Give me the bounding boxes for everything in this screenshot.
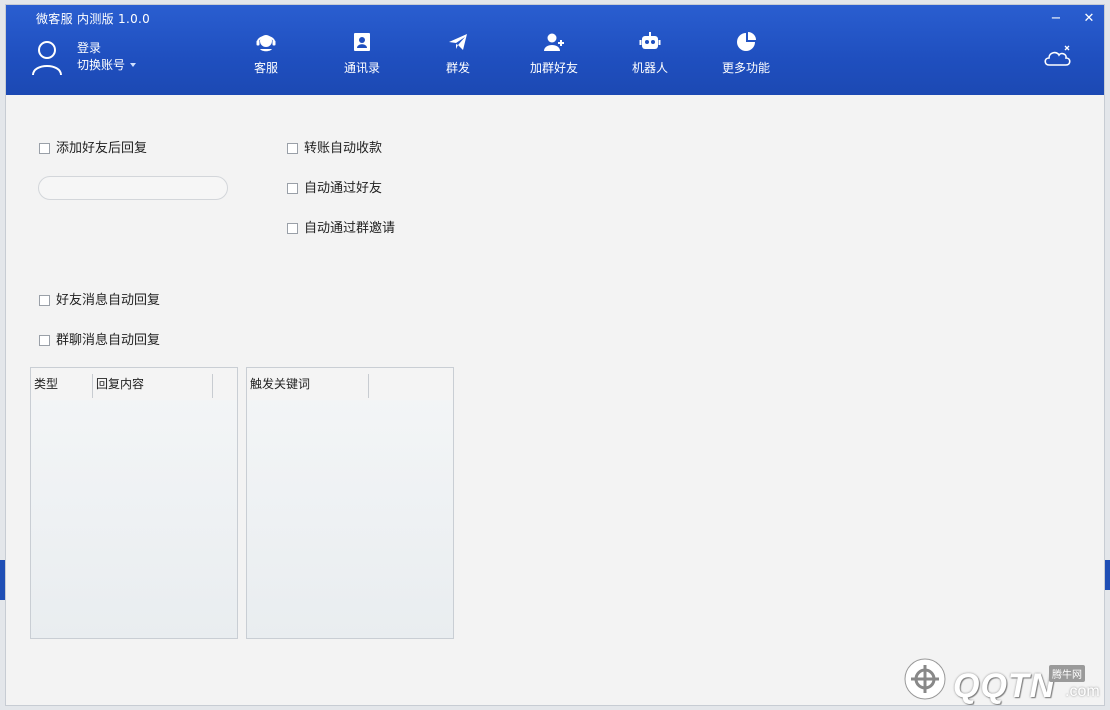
nav-more-features[interactable]: 更多功能 bbox=[706, 31, 786, 81]
reply-list-table[interactable]: 类型 回复内容 bbox=[30, 367, 238, 639]
checkbox-box[interactable] bbox=[39, 143, 50, 154]
nav-contacts[interactable]: 通讯录 bbox=[322, 31, 402, 81]
app-window: 微客服 内测版 1.0.0 − ✕ 登录 切换账号 客服 通讯录 群发 加群好友… bbox=[5, 4, 1105, 706]
nav-label: 机器人 bbox=[631, 61, 668, 75]
add-friend-reply-input[interactable] bbox=[38, 176, 228, 200]
login-link[interactable]: 登录 bbox=[77, 39, 101, 56]
watermark-text: QQTN bbox=[953, 667, 1056, 705]
checkbox-label: 转账自动收款 bbox=[304, 141, 383, 156]
checkbox-label: 自动通过好友 bbox=[304, 181, 383, 196]
nav-label: 通讯录 bbox=[343, 61, 380, 75]
contacts-icon bbox=[354, 33, 370, 51]
nav-mass-send[interactable]: 群发 bbox=[418, 31, 498, 81]
checkbox-box[interactable] bbox=[287, 143, 298, 154]
checkbox-box[interactable] bbox=[39, 335, 50, 346]
column-header-type[interactable]: 类型 bbox=[31, 374, 93, 398]
title-bar: 微客服 内测版 1.0.0 − ✕ 登录 切换账号 客服 通讯录 群发 加群好友… bbox=[6, 5, 1104, 95]
nav-label: 群发 bbox=[445, 61, 470, 75]
checkbox-label: 添加好友后回复 bbox=[56, 141, 148, 156]
cloud-sync-icon[interactable] bbox=[1042, 43, 1072, 69]
nav-label: 加群好友 bbox=[529, 61, 578, 75]
pie-chart-icon bbox=[737, 32, 756, 51]
send-icon bbox=[449, 34, 467, 50]
nav-customer-service[interactable]: 客服 bbox=[226, 31, 306, 81]
watermark-suffix: .com bbox=[1065, 683, 1100, 700]
table-header: 触发关键词 bbox=[247, 368, 453, 400]
checkbox-box[interactable] bbox=[287, 183, 298, 194]
nav-label: 客服 bbox=[253, 61, 278, 75]
checkbox-box[interactable] bbox=[39, 295, 50, 306]
nav-robot[interactable]: 机器人 bbox=[610, 31, 690, 81]
watermark-tag: 腾牛网 bbox=[1049, 665, 1085, 682]
site-watermark: QQTN 腾牛网 .com bbox=[899, 653, 1104, 705]
robot-icon bbox=[639, 32, 661, 49]
table-header: 类型 回复内容 bbox=[31, 368, 237, 400]
headset-icon bbox=[256, 35, 276, 52]
checkbox-label: 自动通过群邀请 bbox=[304, 221, 396, 236]
qqtn-logo-icon bbox=[904, 658, 946, 700]
chevron-down-icon[interactable] bbox=[130, 63, 136, 67]
close-button[interactable]: ✕ bbox=[1079, 9, 1099, 29]
column-header-trigger-keyword[interactable]: 触发关键词 bbox=[247, 374, 369, 398]
app-title: 微客服 内测版 1.0.0 bbox=[36, 12, 151, 26]
nav-label: 更多功能 bbox=[721, 61, 770, 75]
minimize-button[interactable]: − bbox=[1046, 9, 1066, 29]
checkbox-label: 群聊消息自动回复 bbox=[56, 333, 161, 348]
background-window-edge-right bbox=[1105, 560, 1110, 590]
user-avatar-icon[interactable] bbox=[30, 37, 64, 77]
add-friend-icon bbox=[544, 33, 564, 51]
nav-add-group-friends[interactable]: 加群好友 bbox=[514, 31, 594, 81]
column-header-reply-content[interactable]: 回复内容 bbox=[93, 374, 213, 398]
switch-account-link[interactable]: 切换账号 bbox=[77, 56, 125, 73]
keyword-list-table[interactable]: 触发关键词 bbox=[246, 367, 454, 639]
checkbox-box[interactable] bbox=[287, 223, 298, 234]
checkbox-label: 好友消息自动回复 bbox=[56, 293, 161, 308]
